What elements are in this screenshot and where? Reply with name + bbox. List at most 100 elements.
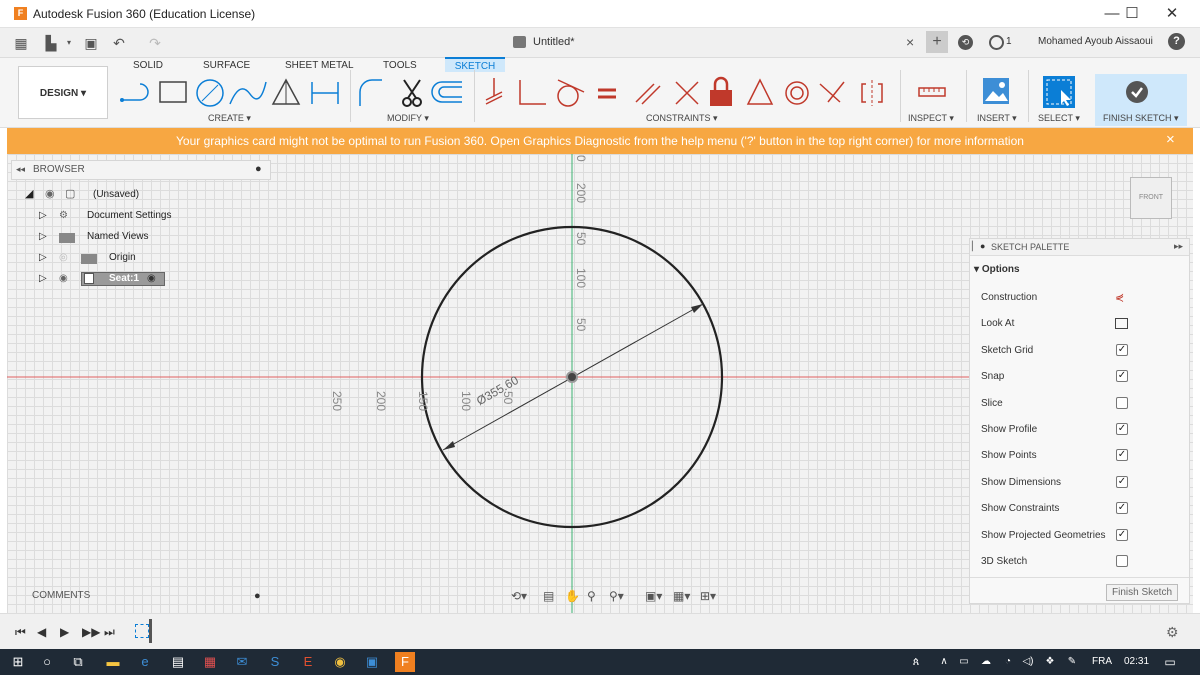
inspect-group-label[interactable]: INSPECT ▾: [908, 113, 954, 124]
expand-icon[interactable]: ▷: [39, 268, 47, 289]
extensions-icon[interactable]: ⟲: [958, 35, 973, 50]
undo-icon[interactable]: ↶: [110, 34, 128, 52]
select-group-label[interactable]: SELECT ▾: [1038, 113, 1080, 124]
viewports-icon[interactable]: ⊞▾: [700, 589, 716, 603]
go-to-end-icon[interactable]: ⏭: [104, 625, 115, 640]
eye-icon[interactable]: ◉: [59, 268, 68, 289]
volume-icon[interactable]: ◁): [1018, 652, 1038, 672]
palette-row-show-points[interactable]: Show Points ✓: [981, 446, 1181, 466]
palette-row-show-constraints[interactable]: Show Constraints ✓: [981, 499, 1181, 519]
palette-row-snap[interactable]: Snap ✓: [981, 367, 1181, 387]
collapse-browser-icon[interactable]: ◂◂: [16, 164, 25, 175]
measure-icon[interactable]: [917, 80, 947, 104]
collinear-constraint-icon[interactable]: [819, 81, 845, 103]
tray-expand-icon[interactable]: ∧: [934, 652, 954, 672]
palette-pin-icon[interactable]: ●: [980, 241, 985, 251]
line-tool-icon[interactable]: [120, 83, 149, 102]
app-e-icon[interactable]: E: [298, 652, 318, 672]
palette-row-show-dimensions[interactable]: Show Dimensions ✓: [981, 473, 1181, 493]
activate-radio-icon[interactable]: ◉: [147, 268, 156, 289]
expand-icon[interactable]: ▷: [39, 226, 47, 247]
sketch-timeline-item[interactable]: [135, 624, 149, 638]
show-profile-checkbox[interactable]: ✓: [1116, 423, 1128, 435]
comments-add-icon[interactable]: ●: [254, 586, 261, 606]
store-icon[interactable]: ▤: [168, 652, 188, 672]
user-name[interactable]: Mohamed Ayoub Aissaoui: [1038, 36, 1153, 47]
palette-row-sketch-grid[interactable]: Sketch Grid ✓: [981, 341, 1181, 361]
insert-group-label[interactable]: INSERT ▾: [977, 113, 1017, 124]
file-explorer-icon[interactable]: ▬: [103, 652, 123, 672]
circle-tool-icon[interactable]: [196, 79, 224, 107]
timeline-settings-gear-icon[interactable]: ⚙: [1166, 624, 1179, 641]
pan-hand-icon[interactable]: ✋: [565, 589, 580, 603]
tab-solid[interactable]: SOLID: [133, 60, 163, 71]
dimension-tool-icon[interactable]: [311, 82, 339, 104]
project-include-icon[interactable]: [485, 78, 503, 105]
tab-sheet-metal[interactable]: SHEET METAL: [285, 60, 354, 71]
eye-hidden-icon[interactable]: ◎: [59, 247, 68, 268]
3d-sketch-checkbox[interactable]: [1116, 555, 1128, 567]
construction-line-icon[interactable]: ⋞: [1115, 288, 1124, 308]
expand-icon[interactable]: ▷: [39, 247, 47, 268]
equal-constraint-icon[interactable]: [598, 88, 616, 99]
finish-sketch-button[interactable]: Finish Sketch: [1106, 584, 1178, 601]
pen-icon[interactable]: ✎: [1062, 652, 1082, 672]
orbit-icon[interactable]: ⟲▾: [511, 589, 527, 603]
palette-row-slice[interactable]: Slice: [981, 394, 1181, 414]
look-at-nav-icon[interactable]: ▤: [543, 589, 554, 603]
create-group-label[interactable]: CREATE ▾: [208, 113, 251, 124]
modify-group-label[interactable]: MODIFY ▾: [387, 113, 429, 124]
mail-icon[interactable]: ✉: [232, 652, 252, 672]
symmetry-constraint-icon[interactable]: [861, 80, 883, 106]
document-tab-title[interactable]: Untitled*: [533, 36, 575, 48]
polygon-tool-icon[interactable]: [271, 78, 301, 105]
select-icon[interactable]: [1043, 76, 1075, 108]
network-icon[interactable]: ▭: [954, 652, 974, 672]
app-window-icon[interactable]: ▣: [362, 652, 382, 672]
file-dropdown-icon[interactable]: ▾: [60, 34, 78, 52]
tangent-constraint-icon[interactable]: [557, 79, 585, 107]
perpendicular-constraint-icon[interactable]: [675, 81, 699, 105]
maximize-button[interactable]: ☐: [1112, 4, 1152, 24]
new-tab-button[interactable]: +: [926, 31, 948, 53]
notifications-icon[interactable]: ▭: [1160, 652, 1180, 672]
cloud-icon[interactable]: ☁: [976, 652, 996, 672]
go-to-start-icon[interactable]: ⏮: [15, 625, 26, 640]
palette-row-3d-sketch[interactable]: 3D Sketch: [981, 552, 1181, 572]
save-icon[interactable]: ▣: [82, 34, 100, 52]
tab-sketch[interactable]: SKETCH: [445, 57, 505, 72]
show-dimensions-checkbox[interactable]: ✓: [1116, 476, 1128, 488]
close-button[interactable]: ✕: [1152, 4, 1192, 24]
task-view-icon[interactable]: ⧉: [68, 652, 88, 672]
play-icon[interactable]: ▶: [60, 625, 69, 639]
snap-checkbox[interactable]: ✓: [1116, 370, 1128, 382]
sketch-grid-checkbox[interactable]: ✓: [1116, 344, 1128, 356]
fit-zoom-icon[interactable]: ⚲▾: [609, 589, 624, 603]
language-indicator[interactable]: FRA: [1092, 656, 1112, 667]
expand-icon[interactable]: ◢: [25, 184, 33, 205]
spline-tool-icon[interactable]: [229, 81, 267, 105]
people-icon[interactable]: ጰ: [906, 652, 926, 672]
data-panel-grid-icon[interactable]: ▦: [12, 34, 30, 52]
workspace-switcher[interactable]: DESIGN ▾: [18, 66, 108, 119]
clock[interactable]: 02:31: [1124, 656, 1149, 667]
edge-icon[interactable]: e: [135, 652, 155, 672]
options-section-header[interactable]: ▾ Options: [974, 264, 1020, 275]
palette-row-look-at[interactable]: Look At: [981, 314, 1181, 334]
constraints-group-label[interactable]: CONSTRAINTS ▾: [646, 113, 718, 124]
timeline-marker[interactable]: [149, 619, 152, 643]
finish-sketch-check-icon[interactable]: [1126, 81, 1148, 103]
office-icon[interactable]: ▦: [200, 652, 220, 672]
insert-image-icon[interactable]: [982, 77, 1010, 105]
show-points-checkbox[interactable]: ✓: [1116, 449, 1128, 461]
display-settings-icon[interactable]: ▣▾: [645, 589, 662, 603]
search-icon[interactable]: ○: [37, 652, 57, 672]
dropbox-icon[interactable]: ❖: [1040, 652, 1060, 672]
finish-sketch-group-label[interactable]: FINISH SKETCH ▾: [1103, 113, 1179, 124]
midpoint-constraint-icon[interactable]: [746, 78, 774, 105]
step-forward-icon[interactable]: ▶▶: [82, 625, 100, 639]
eye-icon[interactable]: ◉: [45, 184, 55, 205]
zoom-icon[interactable]: ⚲: [587, 589, 596, 603]
skype-icon[interactable]: S: [265, 652, 285, 672]
job-status-icon[interactable]: [989, 35, 1004, 50]
